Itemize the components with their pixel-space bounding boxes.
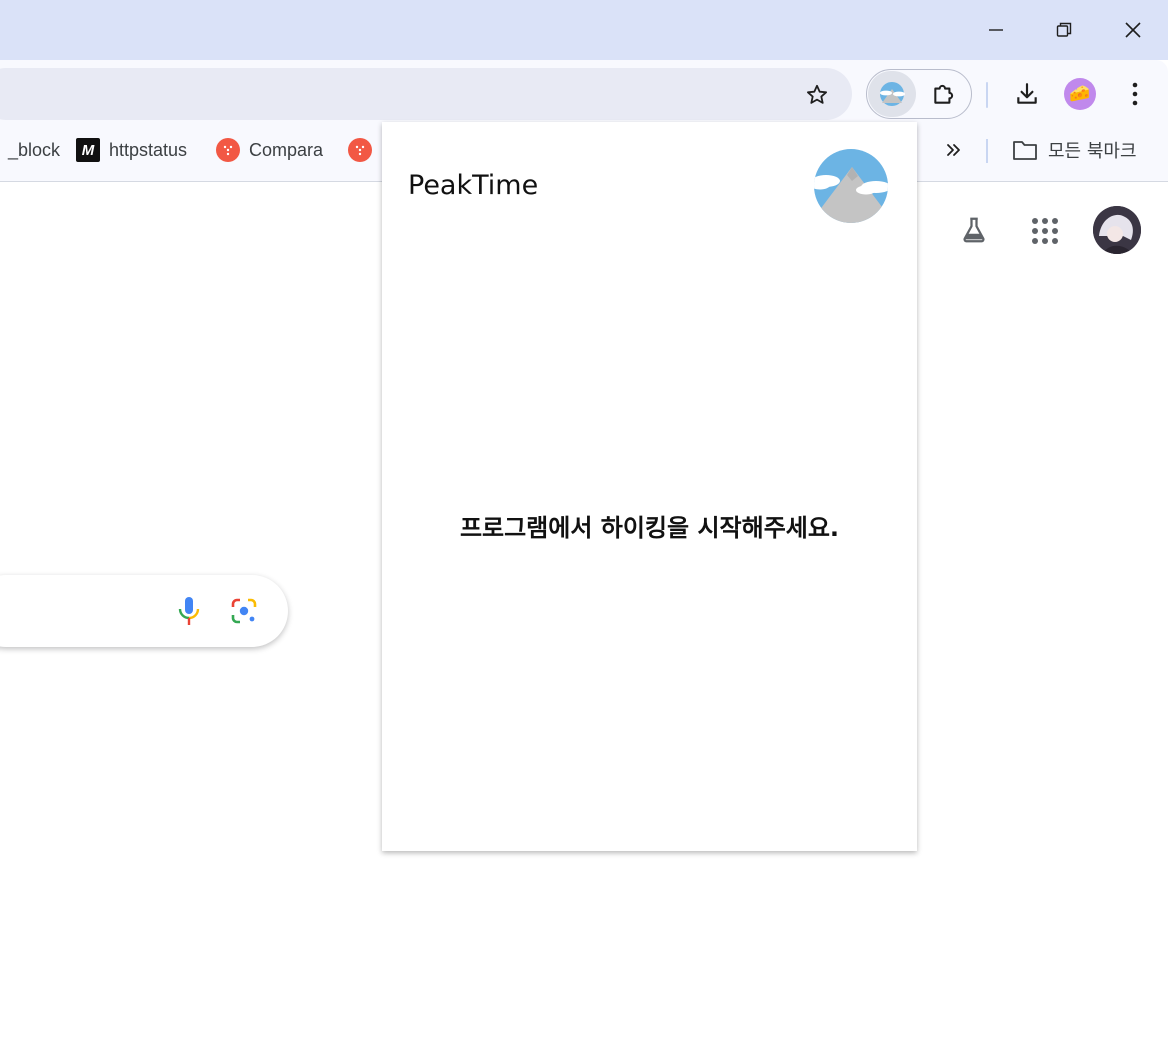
peaktime-logo-icon: [880, 82, 905, 106]
peaktime-logo-icon: [814, 149, 888, 223]
address-bar[interactable]: [0, 68, 852, 120]
search-labs-button[interactable]: [956, 212, 992, 248]
compara-favicon-icon: [348, 138, 372, 162]
bookmarks-overflow-button[interactable]: [940, 136, 968, 164]
voice-search-icon[interactable]: [176, 596, 202, 626]
all-bookmarks-button[interactable]: 모든 북마크: [1012, 130, 1137, 170]
bookmark-item-compara-2[interactable]: [348, 130, 381, 170]
peaktime-extension-button[interactable]: [868, 71, 916, 117]
bookmark-label: _block: [8, 139, 61, 160]
bookmark-item-compara[interactable]: Compara: [216, 130, 323, 170]
anime-avatar-icon: [1093, 206, 1141, 254]
google-account-avatar[interactable]: [1093, 206, 1141, 254]
puzzle-icon: [934, 84, 954, 104]
browser-toolbar: 🧀: [0, 60, 1168, 130]
minimize-button[interactable]: [962, 0, 1030, 60]
popup-title: PeakTime: [408, 170, 539, 201]
downloads-button[interactable]: [1008, 75, 1046, 113]
peaktime-extension-popup: PeakTime 프로그램에서 하이킹을 시작해주세요.: [382, 122, 917, 851]
double-chevron-right-icon: [947, 144, 960, 156]
download-icon: [1017, 83, 1037, 104]
extensions-menu-button[interactable]: [924, 76, 964, 112]
restore-button[interactable]: [1030, 0, 1098, 60]
bookmarks-divider: [986, 139, 988, 163]
window-titlebar: [0, 0, 1168, 60]
bookmark-star-button[interactable]: [800, 78, 834, 112]
bookmark-label: httpstatus: [109, 139, 188, 160]
google-lens-icon[interactable]: [230, 597, 258, 625]
more-vert-icon: [1132, 82, 1138, 106]
close-button[interactable]: [1099, 0, 1167, 60]
httpstatus-favicon-icon: M: [76, 138, 100, 162]
restore-icon: [1056, 22, 1072, 37]
flask-icon: [963, 217, 985, 243]
bookmark-item-httpstatus[interactable]: M httpstatus: [76, 130, 187, 170]
folder-icon: [1013, 141, 1037, 160]
star-icon: [807, 84, 827, 104]
google-apps-button[interactable]: [1026, 212, 1064, 250]
minimize-icon: [989, 29, 1003, 31]
popup-message: 프로그램에서 하이킹을 시작해주세요.: [459, 514, 840, 542]
all-bookmarks-label: 모든 북마크: [1048, 141, 1137, 162]
close-icon: [1125, 22, 1141, 38]
profile-button[interactable]: 🧀: [1064, 78, 1096, 110]
bookmark-item-block[interactable]: _block: [8, 130, 60, 170]
chrome-menu-button[interactable]: [1118, 76, 1152, 112]
toolbar-divider: [986, 82, 988, 108]
compara-favicon-icon: [216, 138, 240, 162]
cheese-avatar-icon: 🧀: [1069, 84, 1091, 104]
bookmark-label: Compara: [249, 139, 324, 160]
